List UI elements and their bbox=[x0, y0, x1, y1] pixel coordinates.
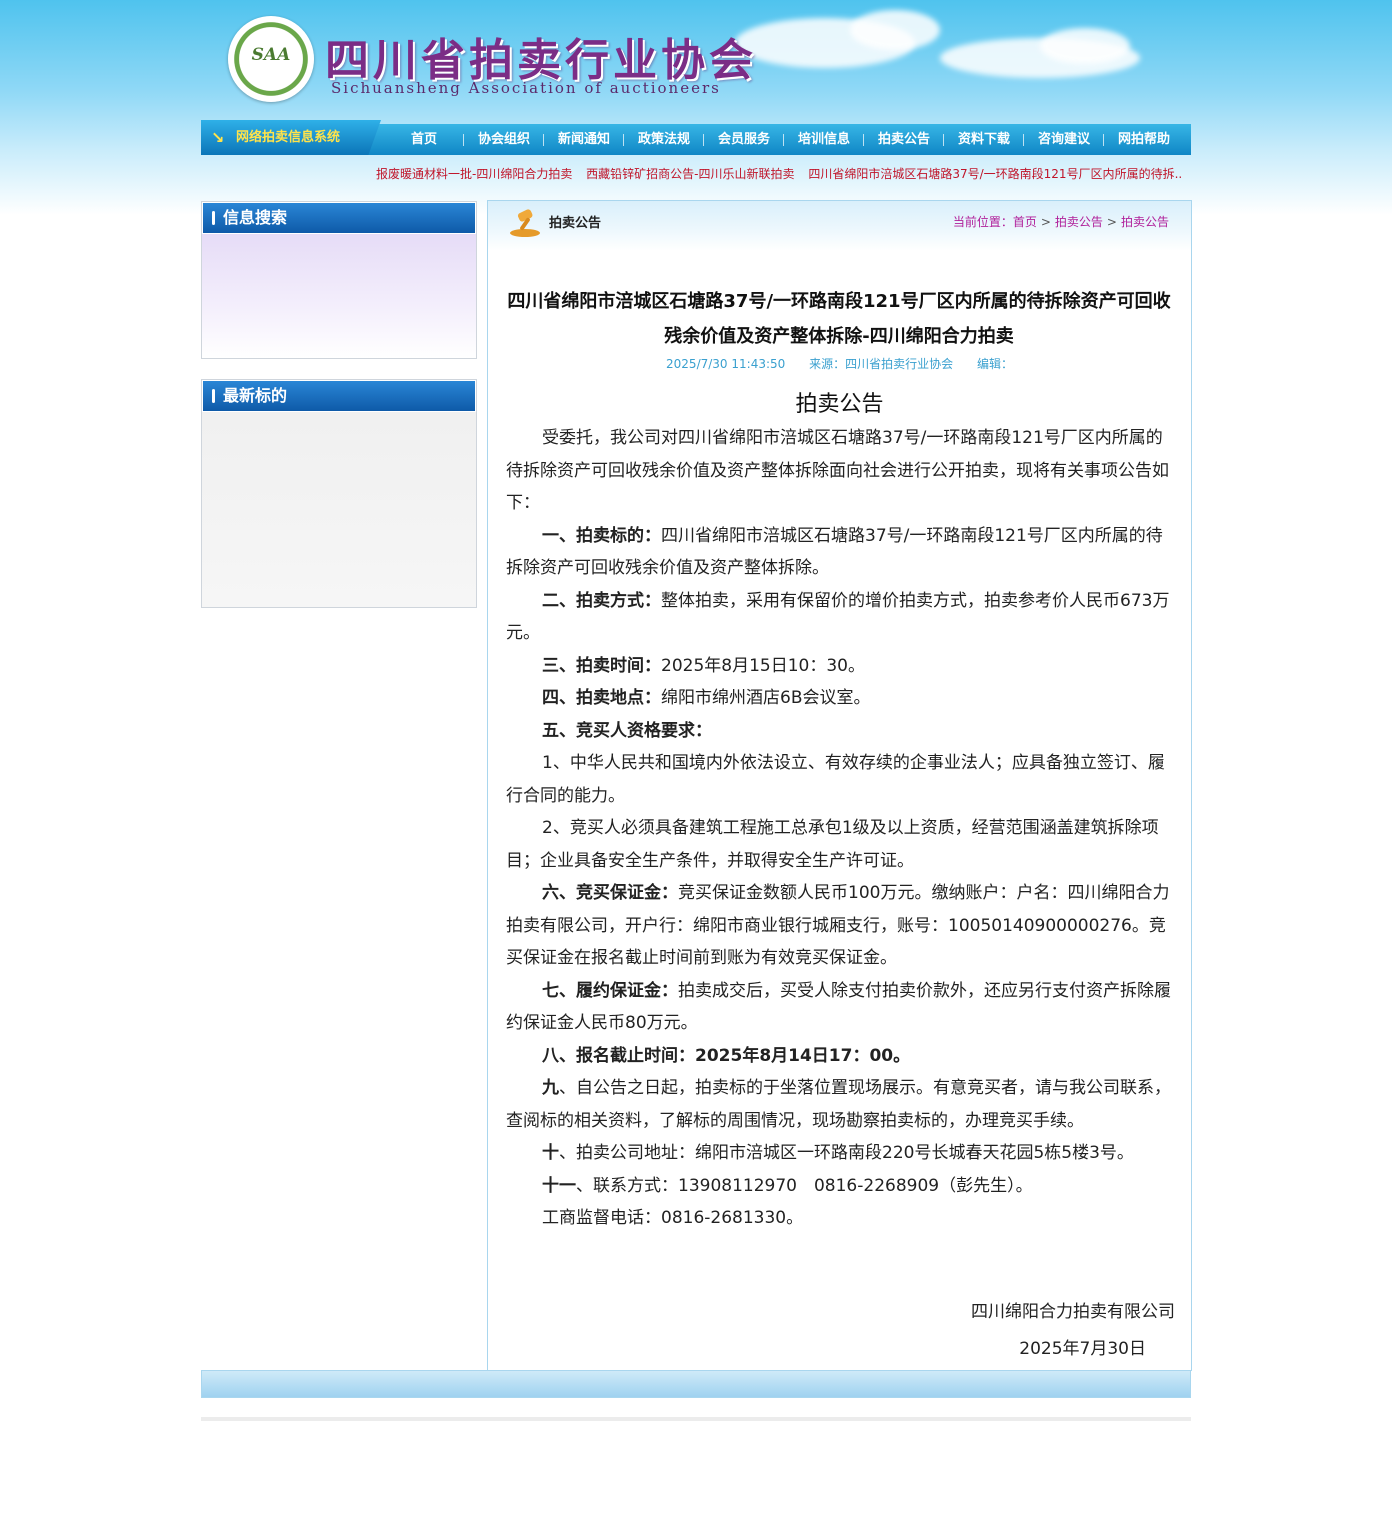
breadcrumb-separator: > bbox=[1040, 215, 1051, 229]
arrow-down-right-icon: ↘ bbox=[211, 128, 225, 147]
article-paragraph: 八、报名截止时间：2025年8月14日17：00。 bbox=[506, 1040, 1176, 1073]
paragraph-text: 、拍卖公司地址：绵阳市涪城区一环路南段220号长城春天花园5栋5楼3号。 bbox=[559, 1143, 1134, 1163]
article-paragraph: 工商监督电话：0816-2681330。 bbox=[506, 1202, 1176, 1235]
paragraph-bold-lead: 一、拍卖标的： bbox=[542, 525, 661, 546]
paragraph-bold-lead: 七、履约保证金： bbox=[542, 980, 678, 1001]
breadcrumb: 当前位置：首页 > 拍卖公告 > 拍卖公告 bbox=[953, 213, 1169, 230]
info-search-header: 信息搜索 bbox=[203, 203, 475, 233]
cloud-decoration bbox=[1040, 28, 1130, 64]
cloud-decoration bbox=[850, 10, 940, 50]
news-ticker: 报废暖通材料一批-四川绵阳合力拍卖 西藏铅锌矿招商公告-四川乐山新联拍卖 四川省… bbox=[376, 165, 1191, 182]
article-paragraph: 2、竞买人必须具备建筑工程施工总承包1级及以上资质，经营范围涵盖建筑拆除项目；企… bbox=[506, 812, 1176, 877]
paragraph-bold-lead: 三、拍卖时间： bbox=[542, 655, 661, 676]
paragraph-bold-lead: 四、拍卖地点： bbox=[542, 688, 661, 708]
announcement-heading: 拍卖公告 bbox=[795, 392, 884, 417]
paragraph-bold-lead: 十 bbox=[542, 1143, 559, 1163]
paragraph-bold-lead: 八、报名截止时间： bbox=[542, 1045, 695, 1066]
latest-items-header: 最新标的 bbox=[203, 381, 475, 411]
breadcrumb-home[interactable]: 首页 bbox=[1013, 215, 1037, 229]
header-bar-icon bbox=[212, 389, 215, 403]
ticker-link[interactable]: 四川省绵阳市涪城区石塘路37号/一环路南段121号厂区内所属的待拆.. bbox=[808, 167, 1182, 181]
header-bar-icon bbox=[212, 211, 215, 225]
article-paragraph: 九、自公告之日起，拍卖标的于坐落位置现场展示。有意竞买者，请与我公司联系，查阅标… bbox=[506, 1072, 1176, 1137]
site-title-en: Sichuansheng Association of auctioneers bbox=[331, 79, 721, 97]
signature-date: 2025年7月30日 bbox=[1019, 1339, 1146, 1359]
paragraph-text: 受委托，我公司对四川省绵阳市涪城区石塘路37号/一环路南段121号厂区内所属的待… bbox=[506, 428, 1169, 513]
info-search-title: 信息搜索 bbox=[223, 208, 288, 227]
paragraph-text: 2、竞买人必须具备建筑工程施工总承包1级及以上资质，经营范围涵盖建筑拆除项目；企… bbox=[506, 818, 1159, 871]
paragraph-text: 绵阳市绵州酒店6B会议室。 bbox=[661, 688, 871, 708]
ticker-link[interactable]: 西藏铅锌矿招商公告-四川乐山新联拍卖 bbox=[586, 167, 794, 181]
nav-item-downloads[interactable]: 资料下载 bbox=[944, 124, 1024, 155]
paragraph-bold-lead: 五、竞买人资格要求： bbox=[542, 720, 712, 741]
paragraph-text: 2025年8月14日17：00。 bbox=[695, 1045, 911, 1066]
article-paragraph: 六、竞买保证金：竞买保证金数额人民币100万元。缴纳账户：户名：四川绵阳合力拍卖… bbox=[506, 877, 1176, 975]
article-paragraph: 十、拍卖公司地址：绵阳市涪城区一环路南段220号长城春天花园5栋5楼3号。 bbox=[506, 1137, 1176, 1170]
paragraph-bold-lead: 十一 bbox=[542, 1175, 576, 1196]
article-panel: 拍卖公告 当前位置：首页 > 拍卖公告 > 拍卖公告 四川省绵阳市涪城区石塘路37号/一… bbox=[487, 200, 1192, 1371]
article-paragraph: 受委托，我公司对四川省绵阳市涪城区石塘路37号/一环路南段121号厂区内所属的待… bbox=[506, 422, 1176, 520]
latest-items-title: 最新标的 bbox=[223, 386, 288, 405]
paragraph-text: 1、中华人民共和国境内外依法设立、有效存续的企事业法人；应具备独立签订、履行合同… bbox=[506, 753, 1165, 806]
ticker-link[interactable]: 报废暖通材料一批-四川绵阳合力拍卖 bbox=[376, 167, 572, 181]
nav-item-member-service[interactable]: 会员服务 bbox=[704, 124, 784, 155]
article-paragraph: 五、竞买人资格要求： bbox=[506, 715, 1176, 748]
article-paragraph: 1、中华人民共和国境内外依法设立、有效存续的企事业法人；应具备独立签订、履行合同… bbox=[506, 747, 1176, 812]
info-search-panel: 信息搜索 bbox=[201, 201, 477, 359]
nav-item-news[interactable]: 新闻通知 bbox=[544, 124, 624, 155]
nav-item-consult[interactable]: 咨询建议 bbox=[1024, 124, 1104, 155]
paragraph-bold-lead: 九 bbox=[542, 1078, 559, 1098]
paragraph-text: 、联系方式：13908112970 0816-2268909（彭先生）。 bbox=[576, 1175, 1033, 1196]
footer-divider bbox=[201, 1417, 1191, 1421]
nav-item-auction-notice[interactable]: 拍卖公告 bbox=[864, 124, 944, 155]
auction-system-label: 网络拍卖信息系统 bbox=[236, 130, 341, 145]
article-panel-header: 拍卖公告 当前位置：首页 > 拍卖公告 > 拍卖公告 bbox=[488, 201, 1191, 251]
paragraph-text: 工商监督电话：0816-2681330。 bbox=[542, 1208, 804, 1228]
article-paragraph: 一、拍卖标的：四川省绵阳市涪城区石塘路37号/一环路南段121号厂区内所属的待拆… bbox=[506, 520, 1176, 585]
article-paragraph: 二、拍卖方式：整体拍卖，采用有保留价的增价拍卖方式，拍卖参考价人民币673万元。 bbox=[506, 585, 1176, 650]
gavel-icon bbox=[510, 209, 540, 237]
article-paragraph: 三、拍卖时间：2025年8月15日10：30。 bbox=[506, 650, 1176, 683]
info-search-body bbox=[202, 234, 476, 358]
nav-item-policy[interactable]: 政策法规 bbox=[624, 124, 704, 155]
paragraph-text: 2025年8月15日10：30。 bbox=[661, 655, 865, 676]
paragraph-bold-lead: 二、拍卖方式： bbox=[542, 590, 661, 611]
article-source: 来源：四川省拍卖行业协会 bbox=[809, 357, 954, 371]
article-title: 四川省绵阳市涪城区石塘路37号/一环路南段121号厂区内所属的待拆除资产可回收残… bbox=[507, 291, 1171, 347]
article-paragraph: 七、履约保证金：拍卖成交后，买受人除支付拍卖价款外，还应另行支付资产拆除履约保证… bbox=[506, 975, 1176, 1040]
paragraph-text: 、自公告之日起，拍卖标的于坐落位置现场展示。有意竞买者，请与我公司联系，查阅标的… bbox=[506, 1078, 1171, 1131]
breadcrumb-auction-notice[interactable]: 拍卖公告 bbox=[1055, 215, 1103, 229]
nav-item-training[interactable]: 培训信息 bbox=[784, 124, 864, 155]
latest-items-panel: 最新标的 bbox=[201, 379, 477, 608]
breadcrumb-current[interactable]: 拍卖公告 bbox=[1121, 215, 1169, 229]
nav-item-home[interactable]: 首页 bbox=[384, 124, 464, 155]
paragraph-bold-lead: 六、竞买保证金： bbox=[542, 883, 678, 903]
article-paragraph: 四、拍卖地点：绵阳市绵州酒店6B会议室。 bbox=[506, 682, 1176, 715]
breadcrumb-label: 当前位置： bbox=[952, 215, 1013, 229]
article-meta: 2025/7/30 11:43:50 来源：四川省拍卖行业协会 编辑： bbox=[488, 355, 1191, 372]
article-editor: 编辑： bbox=[976, 357, 1013, 371]
association-seal-logo[interactable]: SAA bbox=[228, 16, 314, 102]
footer-bar bbox=[201, 1370, 1191, 1398]
nav-item-help[interactable]: 网拍帮助 bbox=[1104, 124, 1184, 155]
main-nav: ↘ 网络拍卖信息系统 首页 协会组织 新闻通知 政策法规 会员服务 培训信息 拍… bbox=[201, 120, 1191, 155]
article-date: 2025/7/30 11:43:50 bbox=[666, 357, 786, 371]
nav-items: 首页 协会组织 新闻通知 政策法规 会员服务 培训信息 拍卖公告 资料下载 咨询… bbox=[384, 124, 1184, 155]
article-paragraph: 十一、联系方式：13908112970 0816-2268909（彭先生）。 bbox=[506, 1170, 1176, 1203]
seal-text: SAA bbox=[251, 45, 291, 65]
section-title: 拍卖公告 bbox=[549, 216, 602, 231]
auction-system-tab[interactable]: ↘ 网络拍卖信息系统 bbox=[201, 120, 381, 155]
latest-items-body bbox=[202, 412, 476, 607]
signature-company: 四川绵阳合力拍卖有限公司 bbox=[971, 1302, 1175, 1322]
article-body: 受委托，我公司对四川省绵阳市涪城区石塘路37号/一环路南段121号厂区内所属的待… bbox=[506, 422, 1176, 1235]
breadcrumb-separator: > bbox=[1106, 215, 1117, 229]
nav-item-organization[interactable]: 协会组织 bbox=[464, 124, 544, 155]
